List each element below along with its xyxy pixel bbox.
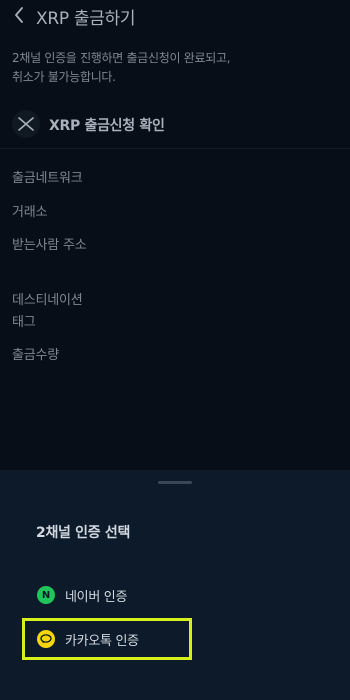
kakaotalk-auth-label: 카카오톡 인증: [65, 633, 139, 649]
sheet-drag-handle[interactable]: [158, 481, 192, 484]
naver-auth-label: 네이버 인증: [65, 589, 128, 605]
sheet-title: 2채널 인증 선택: [36, 525, 131, 541]
naver-icon: N: [37, 586, 55, 604]
withdraw-screen: XRP 출금하기 2채널 인증을 진행하면 출금신청이 완료되고, 취소가 불가…: [0, 0, 350, 700]
naver-auth-option[interactable]: N 네이버 인증: [22, 575, 192, 615]
auth-bottom-sheet: 2채널 인증 선택 N 네이버 인증 카카오톡 인증: [0, 470, 350, 700]
kakaotalk-auth-option[interactable]: 카카오톡 인증: [22, 618, 192, 660]
dim-overlay[interactable]: [0, 0, 350, 470]
kakaotalk-icon: [37, 630, 55, 648]
